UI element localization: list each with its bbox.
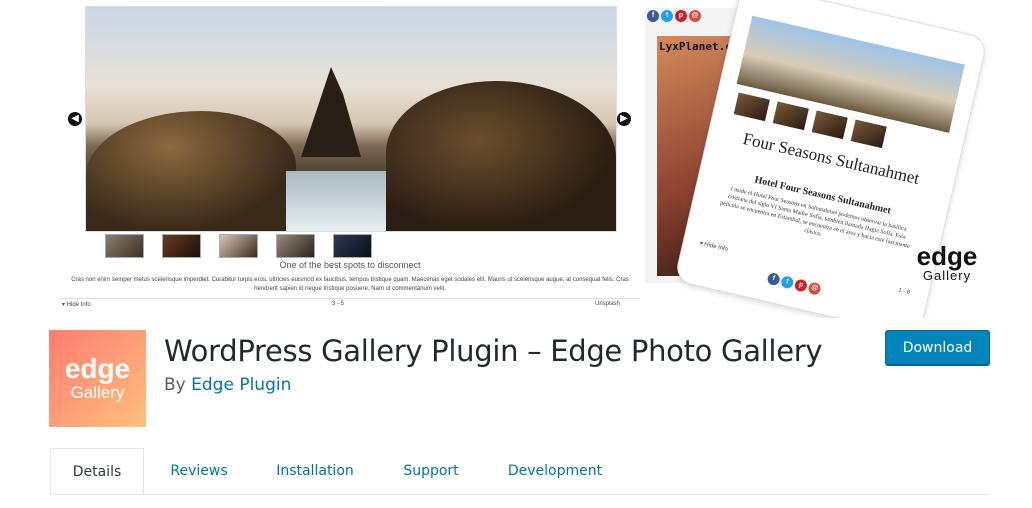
next-arrow-icon[interactable]: ▶ [617,112,631,126]
gallery-counter: 3 - 5 [332,301,345,307]
twitter-icon[interactable]: t [661,10,673,22]
hide-info-link[interactable]: ▾ Hide Info [62,301,91,308]
thumbnail-strip [105,234,425,258]
phone-counter: 1 - 6 [897,287,911,297]
twitter-icon[interactable]: t [780,275,795,290]
facebook-icon[interactable]: f [647,10,659,22]
tab-support[interactable]: Support [386,448,476,494]
share-icons: f t p @ [766,271,822,296]
thumbnail[interactable] [733,92,770,122]
rock-right [386,81,616,231]
rock-left [86,111,296,231]
thumbnail[interactable] [219,234,258,258]
plugin-icon-word-gallery: Gallery [70,382,125,402]
download-button[interactable]: Download [885,330,990,365]
thumbnail[interactable] [772,101,809,131]
thumbnail[interactable] [276,234,315,258]
hide-info-link[interactable]: ▾ Hide Info [699,240,729,253]
plugin-tabs: Details Reviews Installation Support Dev… [50,448,990,495]
thumbnail[interactable] [850,119,887,149]
prev-arrow-icon[interactable]: ◀ [68,112,82,126]
tab-details[interactable]: Details [50,448,144,494]
thumbnail[interactable] [811,110,848,140]
gallery-caption: One of the best spots to disconnect [279,260,421,270]
plugin-icon-word-edge: edge [64,352,131,384]
logo-word-edge: edge [916,241,978,271]
gallery-description: Cras non enim semper metus scelerisque i… [71,277,629,292]
share-icons: f t p @ [645,8,745,24]
thumbnail[interactable] [162,234,201,258]
tab-development[interactable]: Development [496,448,614,494]
tab-installation[interactable]: Installation [264,448,366,494]
gallery-footer: ▾ Hide Info 3 - 5 Unsplash [60,298,640,309]
author-link[interactable]: Edge Plugin [191,375,291,395]
pinterest-icon[interactable]: p [793,278,809,293]
plugin-author-line: By Edge Plugin [164,375,291,395]
edge-gallery-logo: edge Gallery [912,241,982,284]
main-photo [85,6,617,232]
gallery-preview: ◀ ▶ One of the best spots to disconnect … [60,4,640,308]
email-icon[interactable]: @ [807,281,822,296]
facebook-icon[interactable]: f [766,271,781,287]
plugin-icon: edge Gallery [49,330,146,427]
photo-credit: Unsplash [595,301,621,307]
email-icon[interactable]: @ [689,10,701,22]
thumbnail[interactable] [105,234,144,258]
tab-reviews[interactable]: Reviews [154,448,244,494]
pinterest-icon[interactable]: p [675,10,687,22]
by-prefix: By [164,375,186,395]
plugin-title: WordPress Gallery Plugin – Edge Photo Ga… [164,334,823,368]
plugin-banner: ◀ ▶ One of the best spots to disconnect … [0,0,1032,318]
thumbnail[interactable] [333,234,372,258]
rock-spire [301,67,361,157]
